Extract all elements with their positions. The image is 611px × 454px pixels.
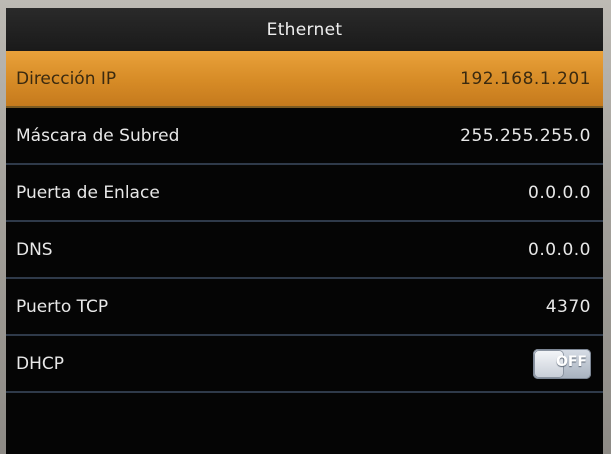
page-title-bar: Ethernet — [6, 8, 603, 51]
setting-label: DNS — [16, 239, 53, 260]
setting-label: Máscara de Subred — [16, 125, 180, 146]
setting-value: 0.0.0.0 — [528, 239, 591, 260]
setting-row-dns[interactable]: DNS 0.0.0.0 — [6, 222, 603, 279]
setting-value: 0.0.0.0 — [528, 182, 591, 203]
page-title: Ethernet — [266, 19, 343, 40]
setting-label: Puerto TCP — [16, 296, 109, 317]
setting-row-subnet-mask[interactable]: Máscara de Subred 255.255.255.0 — [6, 108, 603, 165]
setting-row-ip-address[interactable]: Dirección IP 192.168.1.201 — [6, 51, 603, 108]
device-screen: Ethernet Dirección IP 192.168.1.201 Másc… — [6, 8, 603, 454]
setting-value: 4370 — [545, 296, 591, 317]
setting-row-tcp-port[interactable]: Puerto TCP 4370 — [6, 279, 603, 336]
setting-value: 255.255.255.0 — [460, 125, 591, 146]
toggle-state-text: OFF — [555, 353, 587, 370]
setting-label: Puerta de Enlace — [16, 182, 160, 203]
setting-row-dhcp[interactable]: DHCP OFF — [6, 336, 603, 393]
setting-value: 192.168.1.201 — [460, 68, 591, 89]
dhcp-toggle[interactable]: OFF — [533, 348, 591, 379]
setting-label: DHCP — [16, 353, 64, 374]
setting-row-gateway[interactable]: Puerta de Enlace 0.0.0.0 — [6, 165, 603, 222]
setting-label: Dirección IP — [16, 68, 117, 89]
